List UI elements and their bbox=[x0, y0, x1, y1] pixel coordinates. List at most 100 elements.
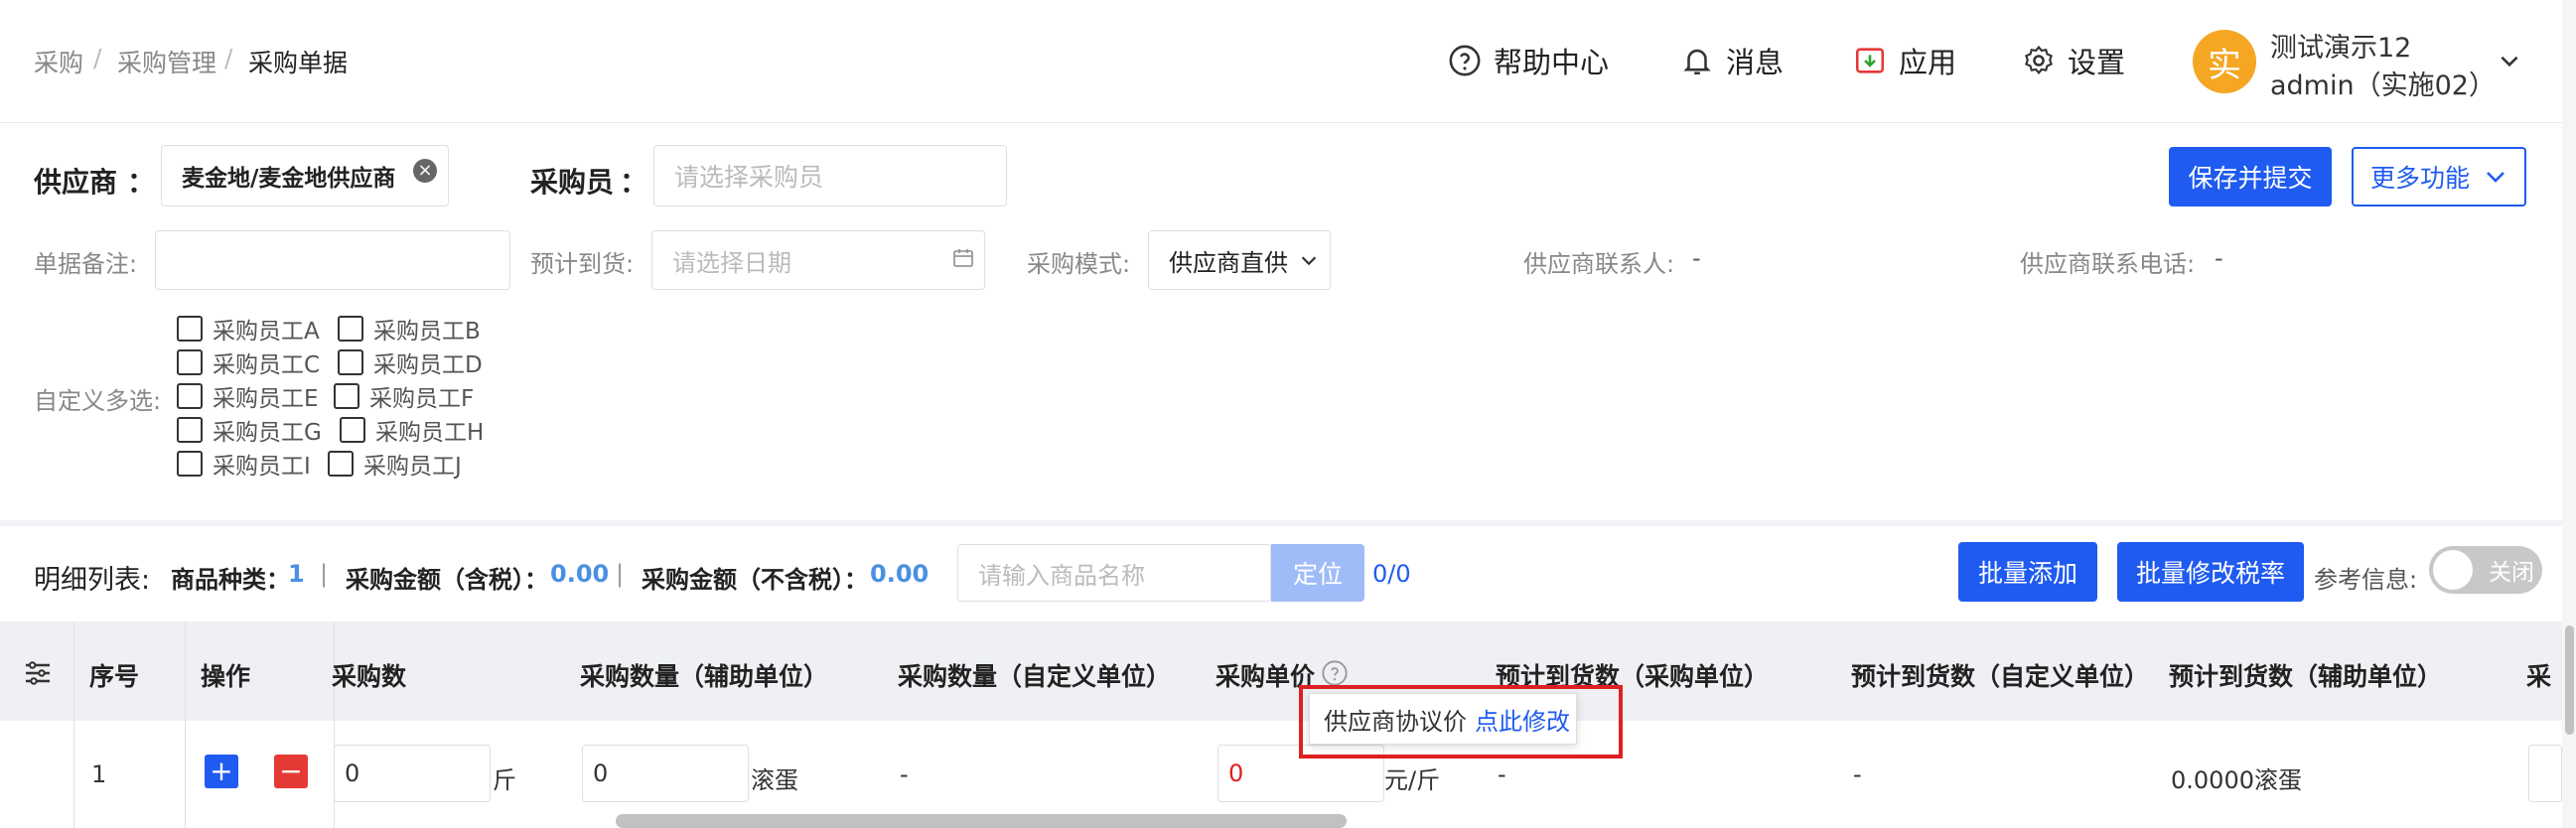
checkbox-box bbox=[334, 383, 359, 409]
purchase-qty-value: 0 bbox=[345, 759, 360, 787]
supplier-value: 麦金地/麦金地供应商 bbox=[182, 166, 396, 192]
summary-divider: | bbox=[320, 560, 329, 588]
arrival-date-picker[interactable]: 请选择日期 bbox=[651, 230, 985, 290]
breadcrumb-separator: / bbox=[224, 44, 233, 72]
supplier-label: 供应商 bbox=[34, 166, 118, 199]
chevron-down-icon bbox=[1301, 256, 1317, 266]
th-custom-qty: 采购数量（自定义单位） bbox=[898, 662, 1172, 691]
checkbox-buyer-a[interactable]: 采购员工A bbox=[177, 312, 320, 345]
table-row: 1 + − 0 斤 0 滚蛋 - 0 元/斤 - - 0.0000滚蛋 bbox=[0, 721, 2562, 828]
messages-link[interactable]: 消息 bbox=[1680, 40, 1784, 81]
amount-notax-label: 采购金额（不含税）： bbox=[642, 566, 868, 594]
breadcrumb-item-purchase-document: 采购单据 bbox=[248, 49, 349, 77]
chevron-down-icon[interactable] bbox=[2497, 48, 2522, 73]
batch-add-button[interactable]: 批量添加 bbox=[1958, 542, 2097, 602]
buyer-select[interactable]: 请选择采购员 bbox=[653, 145, 1007, 207]
batch-edit-tax-button[interactable]: 批量修改税率 bbox=[2117, 542, 2304, 602]
checkbox-label: 采购员工G bbox=[213, 420, 322, 446]
checkbox-label: 采购员工F bbox=[369, 386, 475, 412]
column-divider bbox=[73, 621, 74, 721]
clear-supplier-icon[interactable]: × bbox=[413, 159, 437, 183]
amount-notax-value: 0.00 bbox=[870, 560, 930, 588]
question-help-icon[interactable] bbox=[1321, 659, 1349, 687]
purchase-qty-input[interactable]: 0 bbox=[334, 745, 491, 802]
add-row-button[interactable]: + bbox=[205, 755, 238, 788]
purchase-mode-select[interactable]: 供应商直供 bbox=[1148, 230, 1331, 290]
breadcrumb-item-purchase[interactable]: 采购 bbox=[34, 44, 83, 79]
unit-price-value: 0 bbox=[1228, 759, 1244, 787]
purchase-mode-value: 供应商直供 bbox=[1169, 248, 1288, 277]
locate-button[interactable]: 定位 bbox=[1271, 544, 1364, 602]
checkbox-label: 采购员工E bbox=[213, 386, 319, 412]
checkbox-label: 采购员工J bbox=[363, 454, 462, 480]
amount-tax-value: 0.00 bbox=[550, 560, 610, 588]
checkbox-buyer-j[interactable]: 采购员工J bbox=[328, 447, 462, 481]
checkbox-box bbox=[177, 316, 203, 342]
checkbox-label: 采购员工I bbox=[213, 454, 311, 480]
checkbox-buyer-i[interactable]: 采购员工I bbox=[177, 447, 311, 481]
checkbox-box bbox=[340, 417, 365, 443]
top-header: 采购 / 采购管理 / 采购单据 帮助中心 消息 应用 设置 实 测试演示12 … bbox=[0, 0, 2576, 123]
truncated-cell-input[interactable] bbox=[2528, 745, 2562, 802]
toggle-label: 关闭 bbox=[2489, 560, 2534, 586]
checkbox-buyer-h[interactable]: 采购员工H bbox=[340, 413, 484, 447]
help-center-label: 帮助中心 bbox=[1494, 46, 1610, 79]
checkbox-buyer-d[interactable]: 采购员工D bbox=[338, 345, 483, 379]
th-truncated: 采 bbox=[2526, 662, 2552, 691]
th-arrival-aux-unit: 预计到货数（辅助单位） bbox=[2169, 662, 2443, 691]
user-account: admin（实施02） bbox=[2270, 70, 2496, 101]
remark-input[interactable] bbox=[155, 230, 510, 290]
horizontal-scrollbar-thumb[interactable] bbox=[616, 814, 1347, 828]
th-aux-qty: 采购数量（辅助单位） bbox=[580, 662, 829, 691]
reference-info-label: 参考信息: bbox=[2314, 566, 2418, 594]
checkbox-box bbox=[177, 383, 203, 409]
breadcrumb-separator: / bbox=[93, 44, 102, 72]
reference-info-toggle[interactable]: 关闭 bbox=[2429, 546, 2542, 594]
checkbox-box bbox=[338, 316, 363, 342]
column-divider bbox=[73, 721, 74, 828]
row-index: 1 bbox=[91, 760, 107, 788]
aux-qty-input[interactable]: 0 bbox=[582, 745, 749, 802]
breadcrumb-item-purchase-management[interactable]: 采购管理 bbox=[117, 44, 216, 79]
help-center-link[interactable]: 帮助中心 bbox=[1448, 40, 1609, 81]
checkbox-buyer-g[interactable]: 采购员工G bbox=[177, 413, 322, 447]
remark-label: 单据备注: bbox=[34, 250, 138, 278]
column-divider bbox=[185, 621, 186, 721]
avatar[interactable]: 实 bbox=[2193, 30, 2256, 93]
checkbox-label: 采购员工H bbox=[375, 420, 485, 446]
product-kinds-label: 商品种类： bbox=[171, 566, 290, 594]
save-submit-button[interactable]: 保存并提交 bbox=[2169, 147, 2332, 207]
gear-icon bbox=[2025, 45, 2053, 74]
checkbox-buyer-f[interactable]: 采购员工F bbox=[334, 379, 474, 413]
arrival-custom-value: - bbox=[1853, 760, 1862, 788]
custom-multi-label: 自定义多选: bbox=[34, 387, 162, 415]
checkbox-box bbox=[338, 349, 363, 375]
column-divider bbox=[185, 721, 186, 828]
supplier-select[interactable]: 麦金地/麦金地供应商 bbox=[161, 145, 449, 207]
custom-qty-value: - bbox=[900, 760, 909, 788]
messages-label: 消息 bbox=[1726, 46, 1785, 79]
vertical-scrollbar-thumb[interactable] bbox=[2565, 625, 2574, 735]
column-settings-icon[interactable] bbox=[22, 657, 54, 689]
toggle-knob bbox=[2433, 550, 2473, 590]
checkbox-label: 采购员工C bbox=[213, 352, 321, 378]
calendar-icon[interactable] bbox=[951, 246, 975, 270]
checkbox-buyer-b[interactable]: 采购员工B bbox=[338, 312, 481, 345]
chevron-down-icon bbox=[2487, 172, 2504, 183]
checkbox-box bbox=[177, 349, 203, 375]
user-name: 测试演示12 bbox=[2270, 33, 2412, 64]
product-search-placeholder: 请输入商品名称 bbox=[978, 561, 1145, 590]
arrival-purchase-value: - bbox=[1498, 760, 1506, 788]
detail-list-bar: 明细列表: 商品种类： 1 | 采购金额（含税）： 0.00 | 采购金额（不含… bbox=[0, 526, 2562, 621]
checkbox-box bbox=[177, 451, 203, 477]
remove-row-button[interactable]: − bbox=[274, 755, 308, 788]
buyer-label-colon: ： bbox=[620, 166, 648, 199]
apps-link[interactable]: 应用 bbox=[1853, 40, 1956, 81]
checkbox-buyer-c[interactable]: 采购员工C bbox=[177, 345, 320, 379]
unit-price-unit: 元/斤 bbox=[1384, 766, 1441, 794]
checkbox-buyer-e[interactable]: 采购员工E bbox=[177, 379, 319, 413]
product-search-input[interactable]: 请输入商品名称 bbox=[957, 544, 1271, 602]
supplier-phone-label: 供应商联系电话: bbox=[2020, 250, 2196, 278]
more-functions-button[interactable]: 更多功能 bbox=[2352, 147, 2526, 207]
settings-link[interactable]: 设置 bbox=[2022, 40, 2125, 81]
